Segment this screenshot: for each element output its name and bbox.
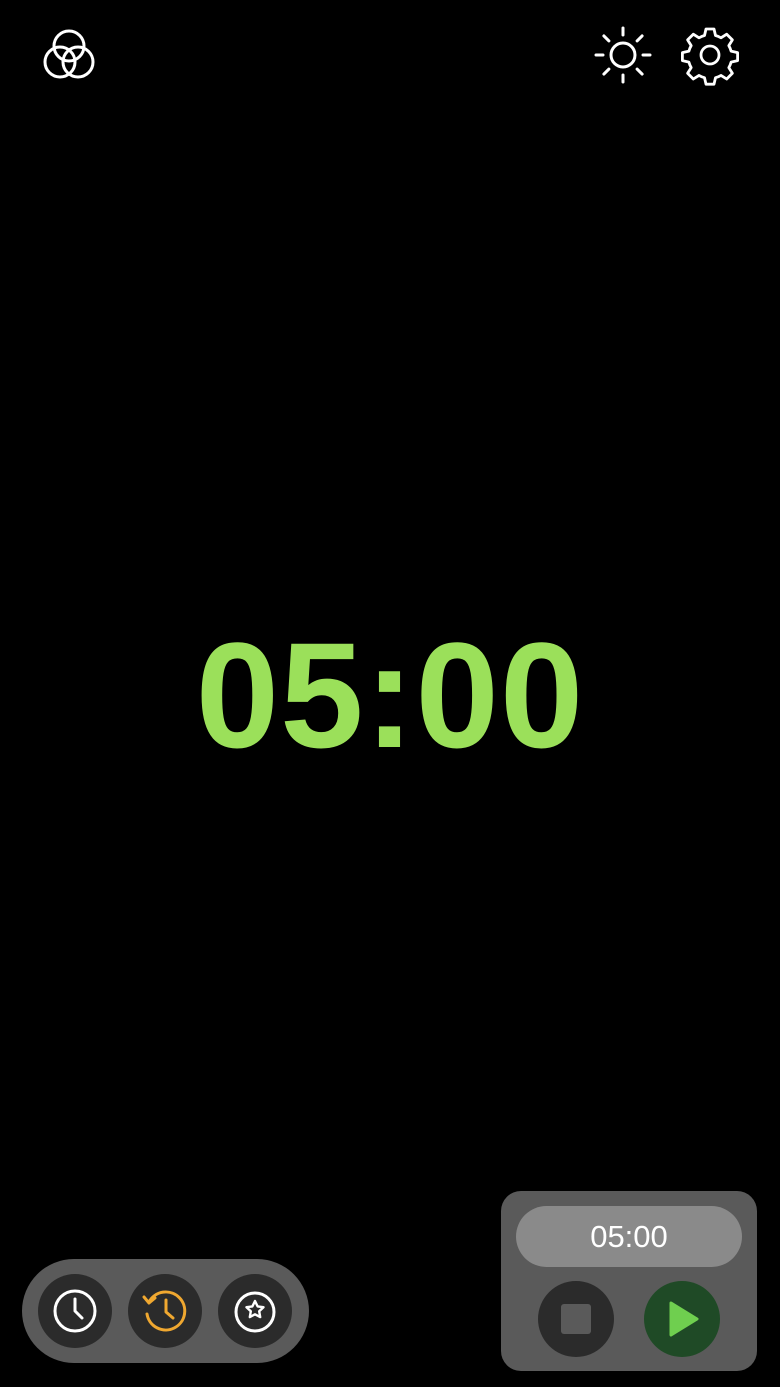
- timer-countdown-icon: [142, 1290, 187, 1332]
- mode-timer-button[interactable]: [128, 1274, 202, 1348]
- play-button[interactable]: [644, 1281, 720, 1357]
- timer-display: 05:00: [195, 611, 585, 779]
- mode-clock-button[interactable]: [38, 1274, 112, 1348]
- color-filter-button[interactable]: [38, 24, 100, 86]
- stopwatch-icon: [234, 1291, 276, 1333]
- mode-selector: [22, 1259, 309, 1363]
- stop-button[interactable]: [538, 1281, 614, 1357]
- duration-picker-button[interactable]: 05:00: [516, 1206, 742, 1267]
- settings-button[interactable]: [679, 24, 741, 86]
- color-filter-icon: [43, 29, 95, 79]
- gear-icon: [681, 27, 739, 86]
- timer-control-panel: 05:00: [501, 1191, 757, 1371]
- brightness-icon: [594, 26, 652, 84]
- mode-stopwatch-button[interactable]: [218, 1274, 292, 1348]
- brightness-button[interactable]: [592, 24, 654, 86]
- stop-icon: [561, 1304, 591, 1334]
- timer-screen: 05:00 05:00: [0, 0, 780, 1387]
- play-icon: [669, 1301, 699, 1337]
- clock-icon: [53, 1289, 97, 1333]
